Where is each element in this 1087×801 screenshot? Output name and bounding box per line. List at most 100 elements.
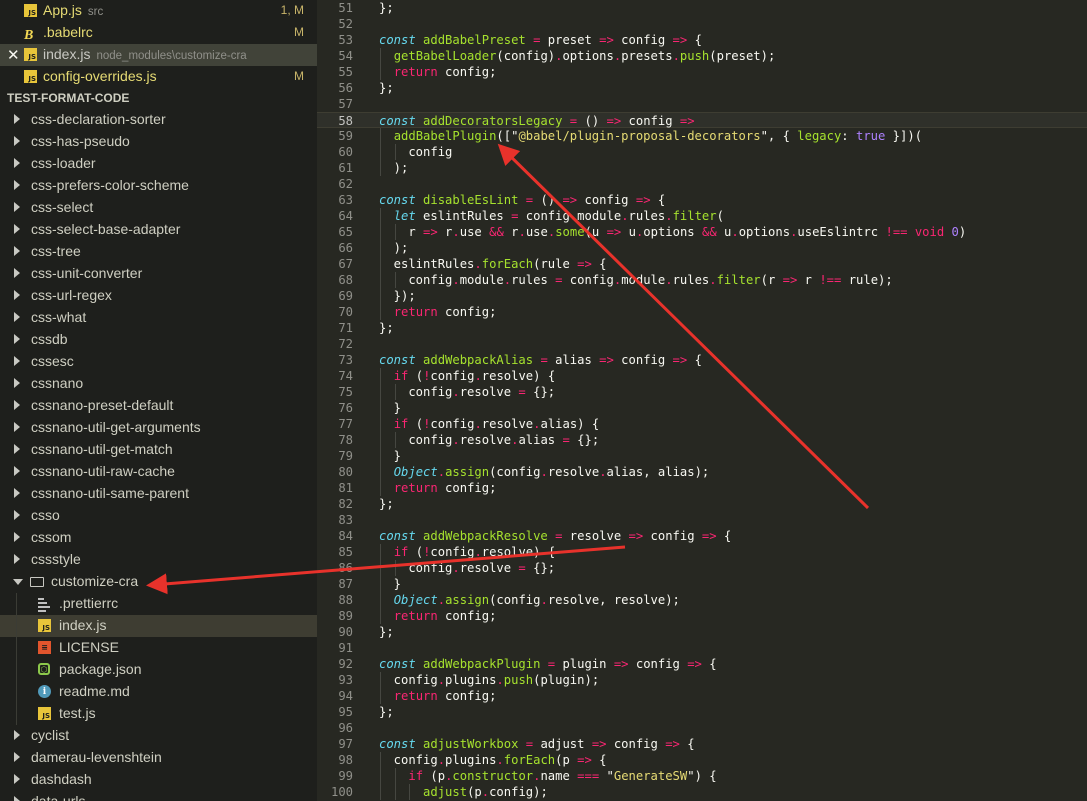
code-line[interactable]: 98 config.plugins.forEach(p => { xyxy=(317,752,1087,768)
tree-folder[interactable]: css-declaration-sorter xyxy=(0,109,317,131)
chevron-right-icon[interactable] xyxy=(14,114,20,124)
code-line[interactable]: 99 if (p.constructor.name === "GenerateS… xyxy=(317,768,1087,784)
tree-folder[interactable]: cssnano-util-same-parent xyxy=(0,483,317,505)
code-line[interactable]: 78 config.resolve.alias = {}; xyxy=(317,432,1087,448)
tree-folder[interactable]: cssesc xyxy=(0,351,317,373)
code-line[interactable]: 58 const addDecoratorsLegacy = () => conf… xyxy=(317,112,1087,128)
chevron-right-icon[interactable] xyxy=(14,378,20,388)
tree-folder[interactable]: cssnano-util-raw-cache xyxy=(0,461,317,483)
tree-folder[interactable]: cssstyle xyxy=(0,549,317,571)
tree-folder[interactable]: cssnano-util-get-match xyxy=(0,439,317,461)
code-line[interactable]: 84 const addWebpackResolve = resolve => c… xyxy=(317,528,1087,544)
tree-file[interactable]: JS test.js xyxy=(0,703,317,725)
tree-folder[interactable]: css-has-pseudo xyxy=(0,131,317,153)
code-line[interactable]: 87 } xyxy=(317,576,1087,592)
code-line[interactable]: 77 if (!config.resolve.alias) { xyxy=(317,416,1087,432)
chevron-right-icon[interactable] xyxy=(14,202,20,212)
chevron-right-icon[interactable] xyxy=(14,312,20,322)
chevron-right-icon[interactable] xyxy=(14,488,20,498)
code-line[interactable]: 96 xyxy=(317,720,1087,736)
code-line[interactable]: 95}; xyxy=(317,704,1087,720)
code-line[interactable]: 67 eslintRules.forEach(rule => { xyxy=(317,256,1087,272)
tree-folder[interactable]: data-urls xyxy=(0,791,317,801)
tree-folder[interactable]: css-unit-converter xyxy=(0,263,317,285)
chevron-right-icon[interactable] xyxy=(14,334,20,344)
code-line[interactable]: 81 return config; xyxy=(317,480,1087,496)
tree-file[interactable]: ⬡ package.json xyxy=(0,659,317,681)
code-line[interactable]: 93 config.plugins.push(plugin); xyxy=(317,672,1087,688)
tree-folder-open[interactable]: customize-cra xyxy=(0,571,317,593)
chevron-right-icon[interactable] xyxy=(14,532,20,542)
tree-folder[interactable]: cssnano-util-get-arguments xyxy=(0,417,317,439)
code-line[interactable]: 97 const adjustWorkbox = adjust => config… xyxy=(317,736,1087,752)
chevron-right-icon[interactable] xyxy=(14,136,20,146)
code-line[interactable]: 63 const disableEsLint = () => config => … xyxy=(317,192,1087,208)
tree-folder[interactable]: cssdb xyxy=(0,329,317,351)
chevron-right-icon[interactable] xyxy=(14,774,20,784)
code-line[interactable]: 83 xyxy=(317,512,1087,528)
workspace-section-header[interactable]: TEST-FORMAT-CODE xyxy=(0,87,317,109)
open-editor-item[interactable]: JS config-overrides.js M xyxy=(0,66,317,88)
code-line[interactable]: 54 getBabelLoader(config).options.preset… xyxy=(317,48,1087,64)
tree-folder[interactable]: cssnano xyxy=(0,373,317,395)
code-line[interactable]: 91 xyxy=(317,640,1087,656)
code-line[interactable]: 100 adjust(p.config); xyxy=(317,784,1087,800)
code-line[interactable]: 86 config.resolve = {}; xyxy=(317,560,1087,576)
tree-file[interactable]: JS index.js xyxy=(0,615,317,637)
code-line[interactable]: 74 if (!config.resolve) { xyxy=(317,368,1087,384)
tree-folder[interactable]: damerau-levenshtein xyxy=(0,747,317,769)
code-line[interactable]: 82}; xyxy=(317,496,1087,512)
code-line[interactable]: 72 xyxy=(317,336,1087,352)
tree-folder[interactable]: cyclist xyxy=(0,725,317,747)
code-line[interactable]: 60 config xyxy=(317,144,1087,160)
code-line[interactable]: 73 const addWebpackAlias = alias => confi… xyxy=(317,352,1087,368)
chevron-right-icon[interactable] xyxy=(14,268,20,278)
code-line[interactable]: 61 ); xyxy=(317,160,1087,176)
tree-folder[interactable]: cssom xyxy=(0,527,317,549)
code-line[interactable]: 65 r => r.use && r.use.some(u => u.optio… xyxy=(317,224,1087,240)
code-line[interactable]: 88 Object.assign(config.resolve, resolve… xyxy=(317,592,1087,608)
chevron-right-icon[interactable] xyxy=(14,510,20,520)
tree-file[interactable]: i readme.md xyxy=(0,681,317,703)
code-line[interactable]: 80 Object.assign(config.resolve.alias, a… xyxy=(317,464,1087,480)
code-line[interactable]: 59 addBabelPlugin(["@babel/plugin-propos… xyxy=(317,128,1087,144)
chevron-right-icon[interactable] xyxy=(14,290,20,300)
code-editor[interactable]: 51}; 52 53 const addBabelPreset = preset =>… xyxy=(317,0,1087,801)
code-line[interactable]: 70 return config; xyxy=(317,304,1087,320)
tree-folder[interactable]: css-select xyxy=(0,197,317,219)
code-line[interactable]: 71}; xyxy=(317,320,1087,336)
chevron-right-icon[interactable] xyxy=(14,796,20,801)
code-line[interactable]: 76 } xyxy=(317,400,1087,416)
chevron-right-icon[interactable] xyxy=(14,180,20,190)
tree-folder[interactable]: css-url-regex xyxy=(0,285,317,307)
chevron-right-icon[interactable] xyxy=(14,224,20,234)
chevron-right-icon[interactable] xyxy=(14,444,20,454)
code-line[interactable]: 62 xyxy=(317,176,1087,192)
tree-folder[interactable]: css-what xyxy=(0,307,317,329)
chevron-right-icon[interactable] xyxy=(14,422,20,432)
tree-file[interactable]: ≡ LICENSE xyxy=(0,637,317,659)
code-line[interactable]: 85 if (!config.resolve) { xyxy=(317,544,1087,560)
code-line[interactable]: 94 return config; xyxy=(317,688,1087,704)
open-editor-item[interactable]: JS App.js src 1, M xyxy=(0,0,317,22)
code-line[interactable]: 64 let eslintRules = config.module.rules… xyxy=(317,208,1087,224)
chevron-right-icon[interactable] xyxy=(14,730,20,740)
code-line[interactable]: 66 ); xyxy=(317,240,1087,256)
code-line[interactable]: 51}; xyxy=(317,0,1087,16)
tree-folder[interactable]: cssnano-preset-default xyxy=(0,395,317,417)
code-line[interactable]: 68 config.module.rules = config.module.r… xyxy=(317,272,1087,288)
chevron-right-icon[interactable] xyxy=(14,246,20,256)
chevron-right-icon[interactable] xyxy=(14,554,20,564)
code-line[interactable]: 57 xyxy=(317,96,1087,112)
chevron-down-icon[interactable] xyxy=(13,579,23,585)
code-line[interactable]: 56}; xyxy=(317,80,1087,96)
code-line[interactable]: 53 const addBabelPreset = preset => confi… xyxy=(317,32,1087,48)
code-line[interactable]: 89 return config; xyxy=(317,608,1087,624)
code-line[interactable]: 75 config.resolve = {}; xyxy=(317,384,1087,400)
chevron-right-icon[interactable] xyxy=(14,752,20,762)
tree-folder[interactable]: csso xyxy=(0,505,317,527)
chevron-right-icon[interactable] xyxy=(14,158,20,168)
chevron-right-icon[interactable] xyxy=(14,466,20,476)
close-icon[interactable]: ✕ xyxy=(7,46,20,64)
chevron-right-icon[interactable] xyxy=(14,400,20,410)
